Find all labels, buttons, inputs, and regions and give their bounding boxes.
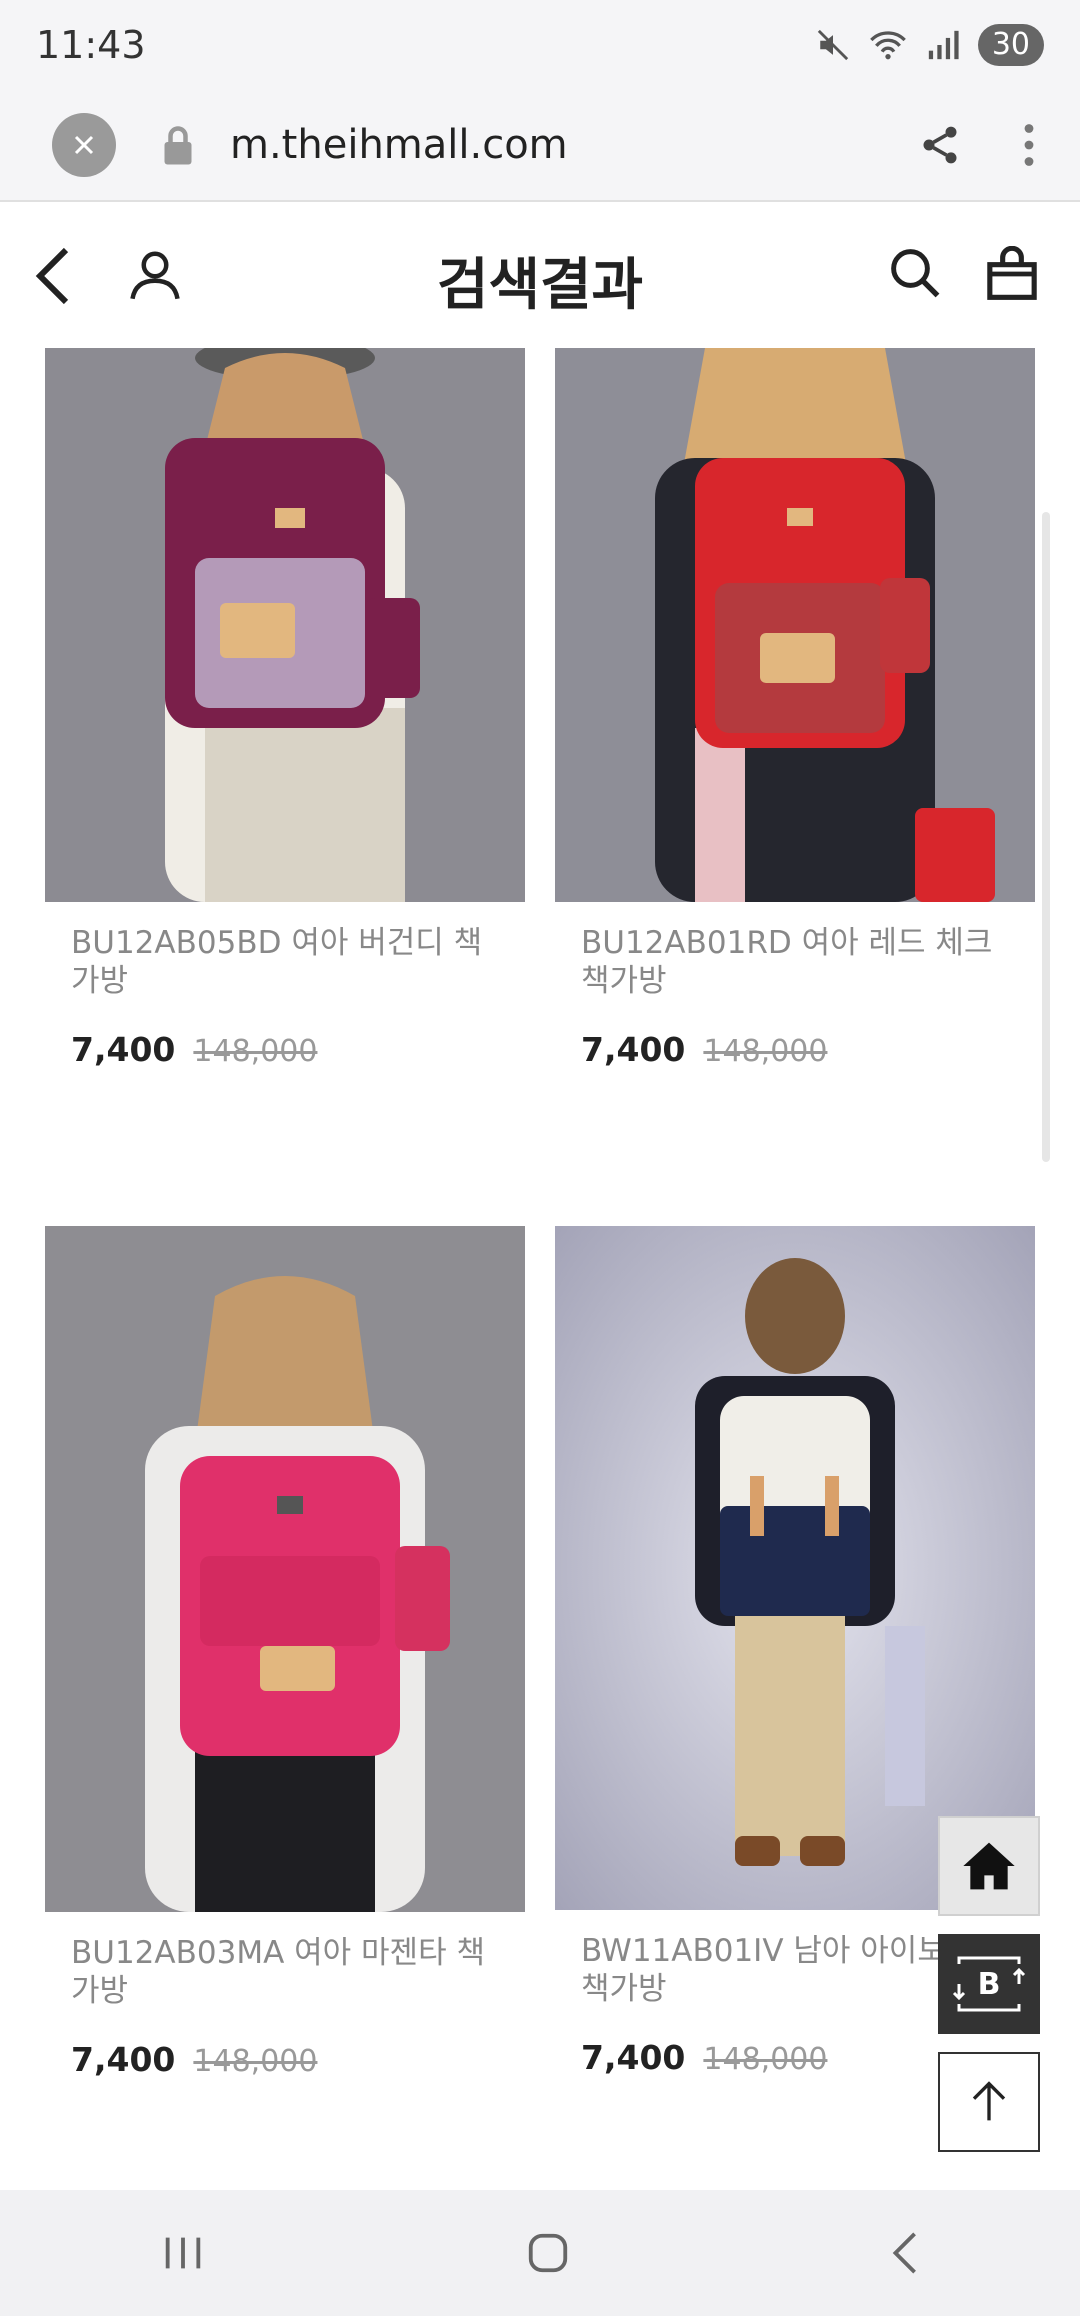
product-image[interactable]	[555, 1226, 1035, 1910]
product-prices: 7,400 148,000	[581, 1030, 1009, 1069]
product-prices: 7,400 148,000	[71, 2040, 499, 2079]
scroll-top-button[interactable]	[938, 2052, 1040, 2152]
product-name[interactable]: BU12AB05BD 여아 버건디 책가방	[71, 924, 499, 1000]
home-button[interactable]	[938, 1816, 1040, 1916]
search-icon[interactable]	[888, 246, 942, 300]
home-nav-icon[interactable]	[525, 2230, 571, 2276]
share-icon[interactable]	[918, 123, 962, 167]
recent-apps-icon[interactable]	[160, 2233, 206, 2273]
close-icon	[74, 135, 94, 155]
product-name[interactable]: BU12AB01RD 여아 레드 체크 책가방	[581, 924, 1009, 1000]
status-icons: 30	[816, 24, 1044, 66]
signal-icon	[928, 30, 959, 60]
status-bar: 11:43 30	[0, 0, 1080, 90]
site-header: 검색결과	[0, 202, 1080, 350]
product-photo-backpack	[555, 1226, 1035, 1910]
browser-url-bar: m.theihmall.com	[0, 90, 1080, 202]
sale-price: 7,400	[581, 2038, 686, 2077]
original-price: 148,000	[193, 1034, 318, 1069]
product-photo-backpack	[45, 348, 525, 902]
product-prices: 7,400 148,000	[71, 1030, 499, 1069]
back-nav-icon[interactable]	[890, 2230, 920, 2276]
system-nav-bar	[0, 2190, 1080, 2316]
home-icon	[963, 1842, 1015, 1890]
close-tab-button[interactable]	[52, 113, 116, 177]
b-label: B	[977, 1966, 1001, 2002]
sale-price: 7,400	[71, 1030, 176, 1069]
product-name[interactable]: BU12AB03MA 여아 마젠타 책가방	[71, 1934, 499, 2010]
product-image[interactable]	[45, 1226, 525, 1912]
product-card[interactable]: BU12AB01RD 여아 레드 체크 책가방 7,400 148,000	[555, 348, 1035, 1069]
original-price: 148,000	[193, 2044, 318, 2079]
product-photo-backpack	[555, 348, 1035, 902]
product-card[interactable]: BU12AB03MA 여아 마젠타 책가방 7,400 148,000	[45, 1226, 525, 2079]
arrow-up-icon	[972, 2081, 1006, 2121]
url-text[interactable]: m.theihmall.com	[230, 122, 918, 168]
product-image[interactable]	[555, 348, 1035, 902]
status-time: 11:43	[36, 23, 146, 67]
original-price: 148,000	[703, 1034, 828, 1069]
product-photo-backpack	[45, 1226, 525, 1912]
product-card[interactable]: BU12AB05BD 여아 버건디 책가방 7,400 148,000	[45, 348, 525, 1069]
b-shortcut-button[interactable]: B	[938, 1934, 1040, 2034]
scrollbar-thumb[interactable]	[1042, 512, 1050, 1162]
kebab-icon[interactable]	[1022, 123, 1036, 167]
cart-icon[interactable]	[984, 246, 1040, 302]
product-image[interactable]	[45, 348, 525, 902]
sale-price: 7,400	[71, 2040, 176, 2079]
lock-icon	[164, 126, 192, 165]
sale-price: 7,400	[581, 1030, 686, 1069]
wifi-icon	[869, 31, 906, 60]
original-price: 148,000	[703, 2042, 828, 2077]
battery-badge: 30	[977, 24, 1044, 66]
mute-icon	[817, 29, 848, 61]
